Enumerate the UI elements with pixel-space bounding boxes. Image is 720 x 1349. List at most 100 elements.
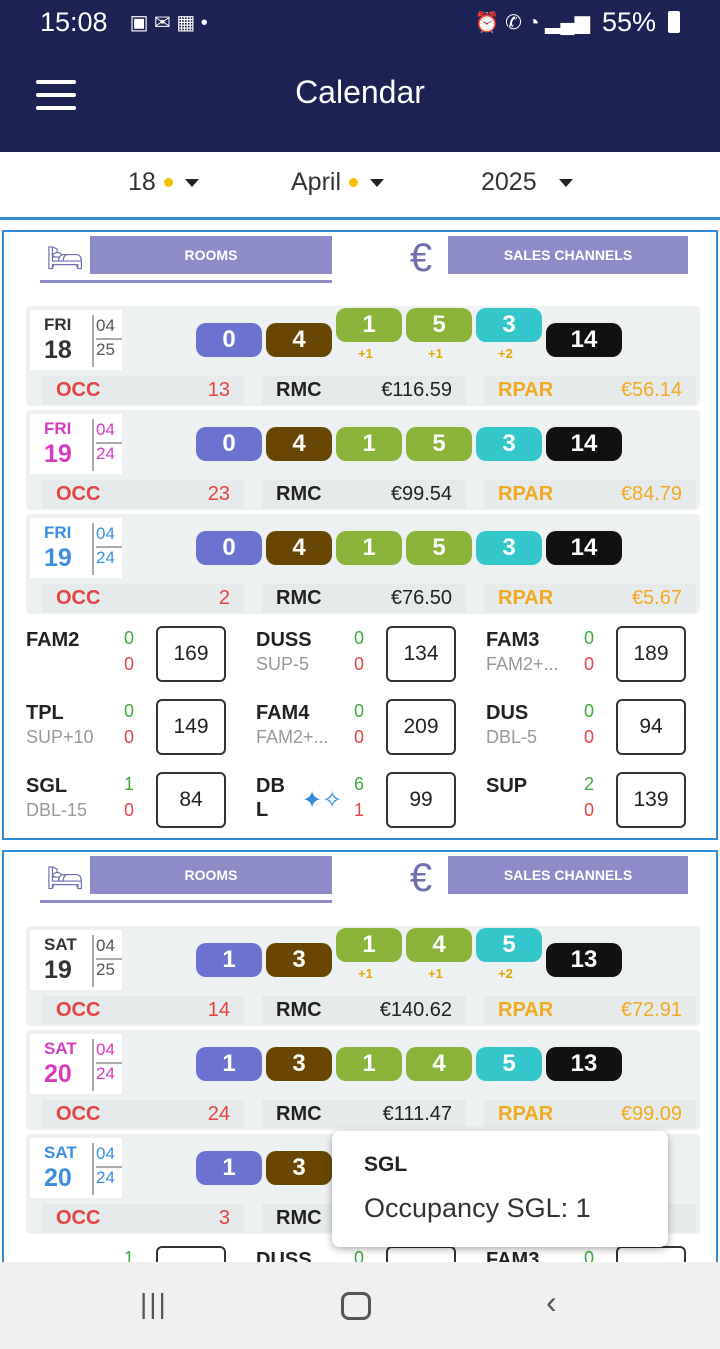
- room-type-name: TPL: [26, 702, 64, 724]
- count-pill: 4: [266, 427, 332, 461]
- room-type-cell[interactable]: FAM4 FAM2+... 0 0 209: [256, 699, 482, 759]
- day-number: 19: [44, 544, 72, 572]
- rpar-label: RPAR: [498, 999, 554, 1021]
- date-row[interactable]: SAT 19 04 25 1 3 1 4 5 13 +1 +1 +2 OCC 14 RMC €140.62 RPA…: [26, 926, 700, 1026]
- room-price-box[interactable]: 189: [616, 626, 686, 682]
- rmc-label: RMC: [276, 1207, 322, 1229]
- room-price-box[interactable]: 169: [156, 626, 226, 682]
- room-type-cell[interactable]: DUSS SUP-5 0 0 134: [256, 626, 482, 686]
- count-pill: 4: [266, 323, 332, 357]
- room-type-available: 0: [124, 701, 135, 721]
- rmc-metric: RMC €111.47: [262, 1100, 466, 1128]
- room-price-box[interactable]: 94: [616, 699, 686, 755]
- room-type-cell[interactable]: FAM3 FAM2+... 0 0 189: [486, 626, 712, 686]
- date-row[interactable]: FRI 18 04 25 0 4 1 5 3 14 +1 +1 +2 OCC 13 RMC €116.59 RPA…: [26, 306, 700, 406]
- room-price-box[interactable]: 139: [616, 772, 686, 828]
- rmc-label: RMC: [276, 1103, 322, 1125]
- tab-rooms[interactable]: ROOMS: [90, 236, 332, 274]
- occ-metric: OCC 24: [42, 1100, 244, 1128]
- count-pill: 3: [476, 531, 542, 565]
- count-pill: 5: [406, 531, 472, 565]
- date-row[interactable]: FRI 19 04 24 0 4 1 5 3 14 OCC 23 RMC €99.54 RPAR €84.79: [26, 410, 700, 510]
- year-number: 24: [96, 548, 115, 567]
- count-pill: 0: [196, 531, 262, 565]
- home-icon[interactable]: [341, 1292, 371, 1320]
- room-type-cell[interactable]: DUS DBL-5 0 0 94: [486, 699, 712, 759]
- room-type-blocked: 0: [354, 727, 365, 747]
- room-type-blocked: 0: [584, 654, 595, 674]
- notification-icons: ▣ ✉ ▦ •: [129, 11, 208, 34]
- room-type-available: 1: [124, 774, 135, 794]
- rpar-label: RPAR: [498, 1103, 554, 1125]
- date-row[interactable]: SAT 20 04 24 1 3 1 4 5 13 OCC 24 RMC €111.47 RPAR €99.0…: [26, 1030, 700, 1130]
- room-type-rule: SUP+10: [26, 727, 94, 747]
- room-type-blocked: 0: [354, 654, 365, 674]
- rmc-metric: RMC €116.59: [262, 376, 466, 404]
- occ-value: 2: [218, 587, 230, 609]
- day-select[interactable]: 18: [128, 168, 199, 197]
- tooltip: SGL Occupancy SGL: 1: [332, 1131, 668, 1247]
- delta-label: +1: [358, 966, 373, 981]
- date-box: SAT 19 04 25: [30, 930, 122, 990]
- room-price-box[interactable]: 134: [386, 626, 456, 682]
- count-pill: 14: [546, 531, 622, 565]
- tab-rooms[interactable]: ROOMS: [90, 856, 332, 894]
- tab-sales-channels[interactable]: SALES CHANNELS: [448, 236, 688, 274]
- metrics-row: OCC 24 RMC €111.47 RPAR €99.09: [30, 1100, 696, 1128]
- room-type-cell[interactable]: FAM2 0 0 169: [26, 626, 252, 686]
- back-icon[interactable]: ‹: [546, 1284, 557, 1321]
- rpar-label: RPAR: [498, 587, 554, 609]
- year-value: 2025: [481, 168, 537, 196]
- date-row[interactable]: FRI 19 04 24 0 4 1 5 3 14 OCC 2 RMC €76.50 RPAR €5.67: [26, 514, 700, 614]
- rpar-metric: RPAR €56.14: [484, 376, 696, 404]
- tab-bar: 🛏 ROOMS € SALES CHANNELS: [4, 852, 716, 912]
- room-type-cell[interactable]: DB L ✦✧ 6 1 99: [256, 772, 482, 832]
- date-box: FRI 19 04 24: [30, 518, 122, 578]
- room-price-box[interactable]: 99: [386, 772, 456, 828]
- system-nav-bar: ||| ‹: [0, 1262, 720, 1349]
- battery-level: 55%: [601, 6, 656, 37]
- occ-label: OCC: [56, 1207, 101, 1229]
- month-select[interactable]: April: [291, 168, 385, 197]
- room-type-name: DUS: [486, 702, 529, 724]
- room-type-rule: DBL-5: [486, 727, 538, 747]
- tab-sales-channels[interactable]: SALES CHANNELS: [448, 856, 688, 894]
- month-number: 04: [96, 1040, 115, 1059]
- room-type-cell[interactable]: TPL SUP+10 0 0 149: [26, 699, 252, 759]
- count-pill: 5: [406, 308, 472, 342]
- tooltip-title: SGL: [364, 1153, 408, 1176]
- occ-value: 14: [207, 999, 230, 1021]
- delta-label: +2: [498, 346, 513, 361]
- rpar-value: €56.14: [620, 379, 682, 401]
- occ-label: OCC: [56, 587, 101, 609]
- room-type-rule: FAM2+...: [486, 654, 559, 674]
- count-pill: 3: [266, 943, 332, 977]
- app-bar: Calendar: [0, 44, 720, 152]
- occ-metric: OCC 14: [42, 996, 244, 1024]
- year-select[interactable]: 2025: [481, 168, 573, 197]
- day-of-week: SAT: [44, 1039, 77, 1058]
- month-number: 04: [96, 936, 115, 955]
- count-pill: 1: [336, 1047, 402, 1081]
- tooltip-text: Occupancy SGL: 1: [364, 1193, 591, 1223]
- count-pill: 1: [336, 531, 402, 565]
- day-of-week: FRI: [44, 523, 72, 542]
- room-type-name: FAM4: [256, 702, 310, 724]
- room-type-rule: SUP-5: [256, 654, 310, 674]
- room-price-box[interactable]: 149: [156, 699, 226, 755]
- date-divider: [92, 419, 94, 471]
- recent-apps-icon[interactable]: |||: [140, 1288, 168, 1320]
- delta-label: +1: [358, 346, 373, 361]
- count-pill: 4: [266, 531, 332, 565]
- metrics-row: OCC 14 RMC €140.62 RPAR €72.91: [30, 996, 696, 1024]
- year-number: 25: [96, 960, 115, 979]
- dot-indicator: [163, 178, 173, 187]
- count-pill: 4: [406, 928, 472, 962]
- room-price-box[interactable]: 209: [386, 699, 456, 755]
- count-pill: 5: [406, 427, 472, 461]
- year-number: 25: [96, 340, 115, 359]
- room-type-cell[interactable]: SUP 2 0 139: [486, 772, 712, 832]
- room-type-cell[interactable]: SGL DBL-15 1 0 84: [26, 772, 252, 832]
- room-price-box[interactable]: 84: [156, 772, 226, 828]
- metrics-row: OCC 2 RMC €76.50 RPAR €5.67: [30, 584, 696, 612]
